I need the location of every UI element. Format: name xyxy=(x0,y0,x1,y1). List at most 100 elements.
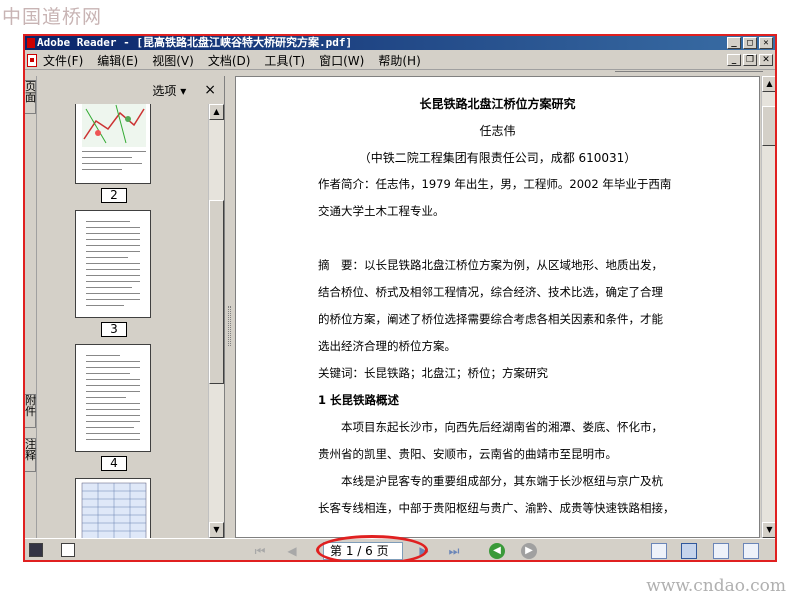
menu-help[interactable]: 帮助(H) xyxy=(378,52,420,69)
scroll-down-arrow-icon[interactable]: ▼ xyxy=(762,522,775,538)
facing-pages-layout-icon[interactable] xyxy=(713,543,729,559)
document-window-controls: _ ❐ ✕ xyxy=(727,54,773,66)
keywords-line: 关键词：长昆铁路；北盘江；桥位；方案研究 xyxy=(318,366,548,380)
thumbnail-label-2: 2 xyxy=(101,188,127,203)
thumb-text-line xyxy=(86,305,124,306)
previous-view-button[interactable]: ◀ xyxy=(489,543,505,559)
thumbnail-panel: 选项 ▾ × 2 3 4 ▲ ▼ xyxy=(37,76,225,538)
tab-comments[interactable]: 注释 xyxy=(25,438,36,472)
window-title: Adobe Reader - [昆高铁路北盘江峡谷特大桥研究方案.pdf] xyxy=(37,36,353,49)
page-thumbnail-3[interactable] xyxy=(75,210,151,318)
thumbnail-scrollbar[interactable]: ▲ ▼ xyxy=(208,104,224,538)
thumb-text-line xyxy=(86,391,140,392)
splitter-grip-icon xyxy=(228,306,231,346)
pdf-page: 长昆铁路北盘江桥位方案研究 任志伟 （中铁二院工程集团有限责任公司，成都 610… xyxy=(236,77,759,537)
thumb-text-line xyxy=(86,227,140,228)
next-page-button[interactable]: ▶ xyxy=(415,543,433,559)
doc-minimize-button[interactable]: _ xyxy=(727,54,741,66)
thumbnail-panel-header: 选项 ▾ × xyxy=(37,76,224,104)
tab-pages[interactable]: 页面 xyxy=(25,80,36,114)
thumb-text-line xyxy=(86,367,140,368)
menu-window[interactable]: 窗口(W) xyxy=(319,52,364,69)
thumb-text-line xyxy=(86,299,140,300)
watermark-bottom: www.cndao.com xyxy=(646,576,786,596)
page-thumbnail-4[interactable] xyxy=(75,344,151,452)
paragraph-line: 作者简介：任志伟，1979 年出生，男，工程师。2002 年毕业于西南 xyxy=(318,177,672,191)
paragraph-line: 交通大学土木工程专业。 xyxy=(318,204,445,218)
close-button[interactable]: ✕ xyxy=(759,37,773,49)
thumb-text-line xyxy=(86,439,140,440)
first-page-button[interactable]: ⏮ xyxy=(251,543,269,559)
previous-page-button[interactable]: ◀ xyxy=(283,543,301,559)
thumb-text-line xyxy=(86,251,140,252)
close-panel-icon[interactable]: × xyxy=(204,82,216,98)
options-menu-button[interactable]: 选项 ▾ xyxy=(152,82,186,99)
thumb-text-line xyxy=(86,233,140,234)
table-figure-icon xyxy=(81,482,147,538)
thumb-text-line xyxy=(86,379,140,380)
watermark-top: 中国道桥网 xyxy=(2,6,103,28)
thumb-text-line xyxy=(86,409,140,410)
doc-restore-button[interactable]: ❐ xyxy=(743,54,757,66)
scroll-up-arrow-icon[interactable]: ▲ xyxy=(209,104,224,120)
thumb-text-line xyxy=(86,293,140,294)
menu-file[interactable]: 文件(F) xyxy=(43,52,83,69)
page-view-icon[interactable] xyxy=(29,543,43,557)
thumb-text-line xyxy=(86,221,130,222)
last-page-button[interactable]: ⏭ xyxy=(445,543,463,559)
thumb-text-line xyxy=(86,373,130,374)
thumb-text-line xyxy=(86,275,140,276)
thumbnail-label-3: 3 xyxy=(101,322,127,337)
thumb-text-line xyxy=(86,245,140,246)
window-controls: _ □ ✕ xyxy=(727,37,773,49)
thumb-text-line xyxy=(86,281,140,282)
abstract-line: 摘 要：以长昆铁路北盘江桥位方案为例，从区域地形、地质出发， xyxy=(318,258,663,272)
document-view[interactable]: 长昆铁路北盘江桥位方案研究 任志伟 （中铁二院工程集团有限责任公司，成都 610… xyxy=(235,76,760,538)
menu-edit[interactable]: 编辑(E) xyxy=(97,52,138,69)
document-properties-icon[interactable] xyxy=(61,543,75,557)
tab-attachments[interactable]: 附件 xyxy=(25,394,36,428)
menu-view[interactable]: 视图(V) xyxy=(152,52,194,69)
scroll-up-arrow-icon[interactable]: ▲ xyxy=(762,76,775,92)
thumb-text-line xyxy=(86,263,140,264)
menu-tools[interactable]: 工具(T) xyxy=(264,52,305,69)
document-affiliation: （中铁二院工程集团有限责任公司，成都 610031） xyxy=(358,151,637,165)
thumb-text-line xyxy=(86,239,140,240)
scroll-down-arrow-icon[interactable]: ▼ xyxy=(209,522,224,538)
thumb-text-line xyxy=(86,385,140,386)
panel-splitter[interactable] xyxy=(226,76,234,538)
maximize-button[interactable]: □ xyxy=(743,37,757,49)
scrollbar-thumb[interactable] xyxy=(209,200,224,384)
paragraph-line: 本项目东起长沙市，向西先后经湖南省的湘潭、娄底、怀化市， xyxy=(318,420,663,434)
annotation-frame: Adobe Reader - [昆高铁路北盘江峡谷特大桥研究方案.pdf] _ … xyxy=(23,34,777,562)
thumbnail-label-4: 4 xyxy=(101,456,127,471)
thumb-text-line xyxy=(86,355,120,356)
document-scrollbar[interactable]: ▲ ▼ xyxy=(761,76,775,538)
page-number-field[interactable]: 第 1 / 6 页 xyxy=(323,542,403,560)
abstract-line: 的桥位方案，阐述了桥位选择需要综合考虑各相关因素和条件，才能 xyxy=(318,312,663,326)
status-bar: ⏮ ◀ 第 1 / 6 页 ▶ ⏭ ◀ ▶ xyxy=(25,535,775,560)
continuous-layout-icon[interactable] xyxy=(681,543,697,559)
thumbnail-list[interactable]: 2 3 4 xyxy=(37,104,207,538)
section-heading: 1 长昆铁路概述 xyxy=(318,393,400,407)
next-view-button[interactable]: ▶ xyxy=(521,543,537,559)
window-titlebar[interactable]: Adobe Reader - [昆高铁路北盘江峡谷特大桥研究方案.pdf] _ … xyxy=(25,36,775,50)
thumb-text-line xyxy=(86,257,128,258)
document-icon[interactable] xyxy=(27,53,37,67)
page-thumbnail-2[interactable] xyxy=(75,104,151,184)
document-scrollbar-thumb[interactable] xyxy=(762,106,775,146)
doc-close-button[interactable]: ✕ xyxy=(759,54,773,66)
document-author: 任志伟 xyxy=(479,124,516,138)
map-figure-icon xyxy=(82,104,146,170)
minimize-button[interactable]: _ xyxy=(727,37,741,49)
single-page-layout-icon[interactable] xyxy=(651,543,667,559)
continuous-facing-layout-icon[interactable] xyxy=(743,543,759,559)
abstract-line: 选出经济合理的桥位方案。 xyxy=(318,339,456,353)
abstract-line: 结合桥位、桥式及相邻工程情况，综合经济、技术比选，确定了合理 xyxy=(318,285,663,299)
thumb-text-line xyxy=(86,287,132,288)
thumb-text-line xyxy=(86,415,140,416)
menu-document[interactable]: 文档(D) xyxy=(208,52,251,69)
thumb-text-line xyxy=(86,361,140,362)
paragraph-line: 本线是沪昆客专的重要组成部分，其东端于长沙枢纽与京广及杭 xyxy=(318,474,663,488)
page-thumbnail-5[interactable] xyxy=(75,478,151,538)
